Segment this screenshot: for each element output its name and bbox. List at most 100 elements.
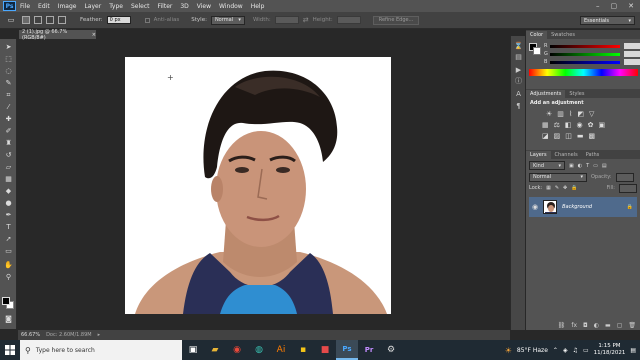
gradient-map-icon[interactable]: ▬	[577, 132, 584, 140]
posterize-icon[interactable]: ▨	[554, 132, 561, 140]
channel-mixer-icon[interactable]: ✿	[588, 121, 594, 129]
clock[interactable]: 1:15 PM 11/18/2021	[594, 343, 626, 357]
tab-layers[interactable]: Layers	[526, 151, 551, 159]
new-group-icon[interactable]: ▬	[605, 322, 611, 329]
path-selection-tool-icon[interactable]: ➚	[3, 235, 14, 244]
antialias-checkbox[interactable]	[144, 17, 150, 23]
slider-r-track[interactable]	[550, 44, 620, 48]
levels-icon[interactable]: ▥	[557, 110, 564, 118]
add-selection-icon[interactable]	[34, 16, 42, 24]
intersect-selection-icon[interactable]	[58, 16, 66, 24]
new-adjustment-icon[interactable]: ◐	[594, 322, 599, 329]
delete-layer-icon[interactable]: 🗑	[628, 322, 636, 329]
new-selection-icon[interactable]	[22, 16, 30, 24]
edge-icon[interactable]: ◍	[248, 340, 270, 360]
photo-filter-icon[interactable]: ◉	[577, 121, 583, 129]
invert-icon[interactable]: ◪	[542, 132, 549, 140]
history-brush-tool-icon[interactable]: ↺	[3, 151, 14, 160]
chrome-icon[interactable]: ◉	[226, 340, 248, 360]
tab-color[interactable]: Color	[526, 31, 548, 39]
tab-styles[interactable]: Styles	[565, 90, 588, 98]
move-tool-icon[interactable]: ➤	[3, 43, 14, 52]
slider-g-value[interactable]	[624, 51, 640, 57]
slider-b-value[interactable]	[624, 59, 640, 65]
slider-g-track[interactable]	[550, 52, 620, 56]
menu-view[interactable]: View	[197, 3, 211, 10]
clone-stamp-tool-icon[interactable]: ♜	[3, 139, 14, 148]
brightness-contrast-icon[interactable]: ☀	[546, 110, 552, 118]
battery-icon[interactable]: ▭	[583, 347, 589, 354]
taskbar-search[interactable]: ⚲ Type here to search	[20, 340, 182, 360]
photoshop-taskbar-icon[interactable]: Ps	[336, 340, 358, 360]
curves-icon[interactable]: ⌇	[569, 110, 572, 118]
bg-color-chip[interactable]	[533, 47, 541, 55]
menu-3d[interactable]: 3D	[180, 3, 188, 10]
tray-chevron-icon[interactable]: ⌃	[553, 347, 558, 354]
eyedropper-tool-icon[interactable]: ⁄	[3, 103, 14, 112]
add-mask-icon[interactable]: ◘	[583, 322, 588, 329]
dodge-tool-icon[interactable]: ●	[3, 199, 14, 208]
menu-select[interactable]: Select	[131, 3, 150, 10]
close-tab-icon[interactable]: ×	[92, 32, 96, 38]
start-button[interactable]	[0, 340, 20, 360]
layer-row-background[interactable]: ◉ Background 🔒	[529, 197, 637, 217]
zoom-level[interactable]: 66.67%	[21, 332, 40, 338]
zoom-tool-icon[interactable]: ⚲	[3, 273, 14, 282]
lock-move-icon[interactable]: ✥	[563, 185, 567, 191]
fill-input[interactable]	[619, 183, 637, 193]
filter-smart-icon[interactable]: ▤	[602, 163, 607, 169]
menu-help[interactable]: Help	[251, 3, 265, 10]
network-icon[interactable]: ◈	[563, 347, 568, 354]
history-panel-icon[interactable]: ⌛	[514, 42, 523, 50]
filter-shape-icon[interactable]: ▭	[593, 163, 598, 169]
shape-tool-icon[interactable]: ▭	[3, 247, 14, 256]
lock-all-icon[interactable]: 🔒	[571, 185, 577, 191]
tab-channels[interactable]: Channels	[551, 151, 582, 159]
minimize-button[interactable]: –	[596, 2, 600, 10]
notifications-icon[interactable]: ▤	[630, 347, 636, 354]
document-tab[interactable]: 2 (1).jpg @ 66.7% (RGB/8#) ×	[19, 29, 96, 41]
tab-paths[interactable]: Paths	[582, 151, 604, 159]
brush-tool-icon[interactable]: ✐	[3, 127, 14, 136]
vibrance-icon[interactable]: ▽	[589, 110, 594, 118]
width-input[interactable]	[274, 16, 299, 24]
task-view-icon[interactable]: ▣	[182, 340, 204, 360]
paragraph-panel-icon[interactable]: ¶	[514, 102, 523, 110]
file-explorer-icon[interactable]: ▰	[204, 340, 226, 360]
info-panel-icon[interactable]: ⓘ	[514, 77, 523, 85]
menu-file[interactable]: File	[20, 3, 30, 10]
selective-color-icon[interactable]: ▩	[589, 132, 596, 140]
character-panel-icon[interactable]: A	[514, 90, 523, 98]
lock-transparent-icon[interactable]: ▦	[546, 185, 551, 191]
refine-edge-button[interactable]: Refine Edge...	[372, 15, 420, 25]
eye-icon[interactable]: ◉	[532, 203, 538, 211]
quick-select-tool-icon[interactable]: ✎	[3, 79, 14, 88]
subtract-selection-icon[interactable]	[46, 16, 54, 24]
actions-panel-icon[interactable]: ▶	[514, 66, 523, 74]
menu-layer[interactable]: Layer	[84, 3, 101, 10]
slider-b[interactable]: B	[542, 58, 640, 66]
slider-r[interactable]: R	[542, 42, 640, 50]
sticky-notes-icon[interactable]: ▪	[292, 340, 314, 360]
tab-swatches[interactable]: Swatches	[547, 31, 579, 39]
slider-r-value[interactable]	[624, 43, 640, 49]
hand-tool-icon[interactable]: ✋	[3, 261, 14, 270]
slider-b-track[interactable]	[550, 60, 620, 64]
properties-panel-icon[interactable]: ▤	[514, 53, 523, 61]
filter-adjust-icon[interactable]: ◐	[578, 163, 582, 169]
hue-saturation-icon[interactable]: ▦	[542, 121, 549, 129]
workspace-switcher[interactable]: Essentials ▾	[580, 16, 635, 25]
menu-window[interactable]: Window	[219, 3, 243, 10]
close-button[interactable]: ✕	[628, 2, 634, 10]
menu-filter[interactable]: Filter	[158, 3, 173, 10]
premiere-icon[interactable]: Pr	[358, 340, 380, 360]
maximize-button[interactable]: ▢	[611, 2, 618, 10]
eraser-tool-icon[interactable]: ▱	[3, 163, 14, 172]
settings-icon[interactable]: ⚙	[380, 340, 402, 360]
filter-pixel-icon[interactable]: ▣	[569, 163, 574, 169]
healing-brush-tool-icon[interactable]: ✚	[3, 115, 14, 124]
menu-image[interactable]: Image	[58, 3, 77, 10]
app-icon[interactable]: ■	[314, 340, 336, 360]
volume-icon[interactable]: ♫	[573, 347, 578, 354]
pen-tool-icon[interactable]: ✒	[3, 211, 14, 220]
